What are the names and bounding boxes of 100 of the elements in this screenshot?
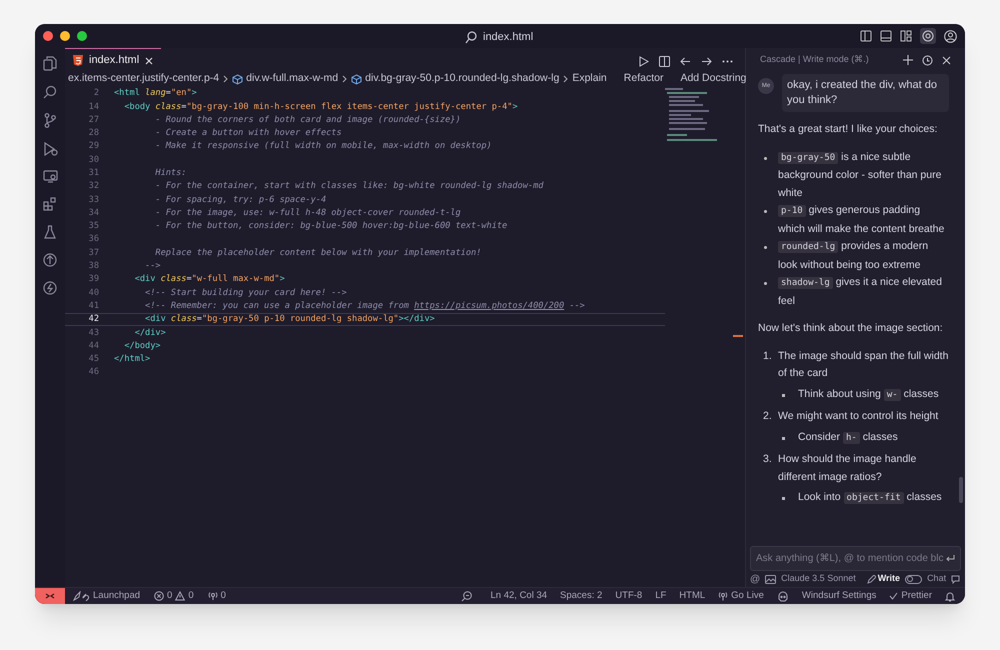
branch-icon[interactable] [44,113,56,128]
code-line: - Create a button with hover effects [154,127,342,140]
chat-bubble-icon [951,574,960,584]
close-window-button[interactable] [43,31,53,41]
problems-button[interactable]: 0 0 [154,588,194,604]
remote-button[interactable] [35,588,65,604]
bell-icon[interactable] [945,590,955,602]
code-line: - Round the corners of both card and image (rounded-{size}) [154,114,461,127]
window-title[interactable]: index.html [483,29,534,46]
search-icon[interactable] [43,85,57,99]
list-item: Look into object-fit classes [798,490,943,506]
line-number: 38 [88,260,100,273]
breadcrumb[interactable]: div.bg-gray-50.p-10.rounded-lg.shadow-lg [365,71,560,87]
breadcrumb[interactable]: div.w-full.max-w-md [246,71,338,87]
zoom-out-icon[interactable] [460,590,472,602]
chat-toggle-icon[interactable] [920,28,936,44]
forward-arrow-icon[interactable] [701,57,712,66]
code-action-link[interactable]: Add Docstring [680,71,746,87]
rocket-link-icon [73,591,90,601]
chevron-icon [563,75,568,83]
line-number: 32 [88,180,100,194]
sidebar-toggle-icon[interactable] [860,30,872,42]
message-text: Now let's think about the image section: [758,321,944,336]
play-bug-icon[interactable] [42,142,58,156]
back-arrow-icon[interactable] [680,57,691,66]
breadcrumb[interactable]: ex.items-center.justify-center.p-4 [68,71,220,87]
pencil-icon [866,574,876,584]
launchpad-button[interactable]: Launchpad [73,588,140,604]
list-item: shadow-lg gives it a nice elevated feel [778,275,943,308]
close-icon[interactable] [942,56,951,64]
line-number: 40 [88,286,100,300]
bullet-icon [764,282,767,285]
chat-mode-label[interactable]: Chat [927,572,946,586]
deploy-icon[interactable] [43,253,57,267]
code-action-link[interactable]: Refactor [624,71,664,87]
image-icon[interactable] [765,574,776,584]
assistant-icon[interactable] [776,590,789,602]
status-item[interactable]: Ln 42, Col 34 [490,588,548,604]
chat-input-text[interactable]: Ask anything (⌘L), @ to mention code blc [756,551,946,566]
status-item[interactable]: Windsurf Settings [802,588,876,604]
split-editor-icon[interactable] [659,56,670,67]
code-line: - For the image, use: w-full h-48 object-cover rounded-t-lg [154,206,461,220]
code-line: --> [144,260,161,273]
lightning-icon[interactable] [43,281,57,295]
account-icon[interactable] [944,30,957,42]
maximize-window-button[interactable] [77,31,87,41]
line-number: 43 [88,326,100,340]
extensions-icon[interactable] [43,197,57,211]
files-icon[interactable] [43,56,57,71]
panel-title: Cascade | Write mode (⌘.) [760,53,869,66]
error-icon [154,591,164,601]
bullet-icon [764,210,767,213]
run-icon[interactable] [639,56,649,67]
broadcast-icon [718,591,728,601]
chevron-icon [223,75,228,83]
close-icon[interactable] [145,56,154,64]
mention-button[interactable]: @ [750,572,760,586]
code-action-link[interactable]: Explain [572,71,607,87]
status-item[interactable]: HTML [679,588,706,604]
chat-input[interactable]: Ask anything (⌘L), @ to mention code blc [750,546,961,571]
list-item: Think about using w- classes [798,386,940,402]
list-number: 2. [762,409,773,424]
enter-icon[interactable] [946,555,955,562]
bullet-icon [782,436,785,440]
code-line: <div class="w-full max-w-md"> [134,273,285,286]
minimize-window-button[interactable] [60,31,70,41]
code-line: Replace the placeholder content below with your implementation! [154,246,482,260]
warning-icon [175,591,186,601]
code-line: <!-- Start building your card here! --> [144,286,347,300]
status-item[interactable]: Spaces: 2 [560,588,602,604]
check-icon [889,592,898,600]
line-number: 30 [88,154,100,167]
line-number: 42 [88,313,100,326]
ports-button[interactable]: 0 [208,588,226,604]
history-icon[interactable] [922,54,933,66]
write-mode-label[interactable]: Write [878,572,900,586]
bullet-icon [782,394,785,396]
line-number: 29 [88,140,100,154]
prettier-button[interactable]: Prettier [889,588,932,604]
line-number: 44 [88,340,100,353]
monitor-icon[interactable] [42,170,58,183]
code-line: </body> [123,340,161,353]
panel-toggle-icon[interactable] [880,30,892,42]
html-file-icon [73,55,83,66]
more-icon[interactable] [722,60,733,63]
list-item: How should the image handle different image ratios? [778,452,918,484]
search-icon [465,30,477,44]
list-item: Consider h- classes [798,430,899,446]
line-number: 33 [88,194,100,206]
layout-icon[interactable] [900,30,912,42]
mode-toggle[interactable] [905,574,922,584]
status-item[interactable]: UTF-8 [615,588,642,604]
code-line: <div class="bg-gray-50 p-10 rounded-lg shadow-lg"></div> [144,313,435,326]
flask-icon[interactable] [44,225,56,239]
go-live-button[interactable]: Go Live [718,588,764,604]
model-selector[interactable]: Claude 3.5 Sonnet [781,572,856,586]
scrollbar-thumb[interactable] [959,477,963,503]
plus-icon[interactable] [903,55,913,65]
line-number: 39 [88,273,100,286]
status-item[interactable]: LF [655,588,666,604]
